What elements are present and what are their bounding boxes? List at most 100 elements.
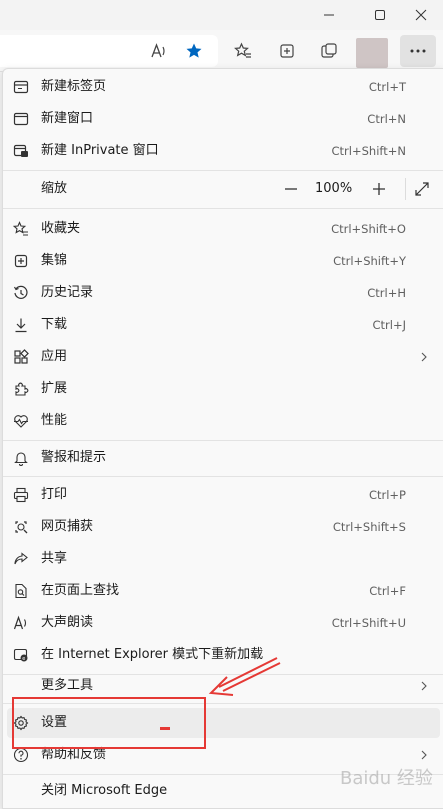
maximize-button[interactable] — [357, 0, 403, 30]
menu-item-find-on-page[interactable]: 在页面上查找 Ctrl+F — [7, 576, 440, 606]
watermark: Baidu 经验 — [340, 768, 433, 789]
apps-icon — [11, 347, 31, 367]
favorite-star-button[interactable] — [179, 36, 209, 66]
menu-item-label: 网页捕获 — [41, 519, 94, 534]
menu-divider — [3, 170, 443, 171]
title-bar — [0, 0, 443, 30]
favorites-button[interactable] — [228, 36, 258, 66]
menu-item-label: 在页面上查找 — [41, 583, 120, 598]
menu-item-label: 大声朗读 — [41, 615, 94, 630]
plus-icon — [373, 183, 385, 195]
menu-item-print[interactable]: 打印 Ctrl+P — [7, 480, 440, 510]
find-icon — [11, 581, 31, 601]
menu-item-favorites[interactable]: 收藏夹 Ctrl+Shift+O — [7, 214, 440, 244]
favorites-icon — [11, 219, 31, 239]
menu-item-alerts[interactable]: 警报和提示 — [7, 443, 440, 473]
menu-item-shortcut: Ctrl+H — [367, 286, 406, 300]
new-tab-icon — [11, 77, 31, 97]
annotation-highlight-box — [12, 697, 206, 749]
menu-item-shortcut: Ctrl+Shift+O — [331, 222, 406, 236]
fullscreen-button[interactable] — [408, 174, 436, 204]
menu-item-shortcut: Ctrl+Shift+S — [332, 520, 406, 534]
extensions-icon — [11, 379, 31, 399]
menu-item-performance[interactable]: 性能 — [7, 406, 440, 436]
menu-item-zoom: 缩放 100% — [7, 174, 440, 204]
menu-item-label: 新建窗口 — [41, 111, 94, 126]
close-window-button[interactable] — [398, 0, 443, 30]
menu-item-shortcut: Ctrl+F — [369, 584, 406, 598]
menu-item-new-tab[interactable]: 新建标签页 Ctrl+T — [7, 72, 440, 102]
web-capture-button[interactable] — [314, 36, 344, 66]
menu-item-label: 下载 — [41, 317, 68, 332]
menu-item-shortcut: Ctrl+Shift+U — [331, 616, 406, 630]
menu-item-apps[interactable]: 应用 — [7, 342, 440, 372]
menu-item-label: 应用 — [41, 349, 68, 364]
menu-item-label: 集锦 — [41, 253, 68, 268]
collections-button[interactable] — [272, 36, 302, 66]
menu-item-label: 警报和提示 — [41, 450, 107, 465]
menu-item-label: 新建 InPrivate 窗口 — [41, 143, 159, 158]
menu-item-new-window[interactable]: 新建窗口 Ctrl+N — [7, 104, 440, 134]
close-icon — [415, 9, 427, 21]
share-icon — [11, 549, 31, 569]
browser-toolbar — [0, 30, 443, 72]
menu-item-shortcut: Ctrl+P — [368, 488, 406, 502]
menu-item-label: 历史记录 — [41, 285, 94, 300]
chevron-right-icon — [421, 681, 427, 691]
zoom-value: 100% — [315, 181, 353, 196]
web-capture-icon — [11, 517, 31, 537]
new-window-icon — [11, 109, 31, 129]
minimize-button[interactable] — [306, 0, 352, 30]
ie-mode-icon: e — [11, 645, 31, 665]
chevron-right-icon — [421, 750, 427, 760]
zoom-out-button[interactable] — [277, 174, 305, 204]
fullscreen-icon — [415, 182, 429, 196]
menu-item-shortcut: Ctrl+Shift+N — [331, 144, 406, 158]
menu-item-label: 性能 — [41, 413, 68, 428]
annotation-arrow-icon — [208, 657, 281, 696]
inprivate-icon — [11, 141, 31, 161]
profile-avatar[interactable] — [356, 38, 388, 68]
print-icon — [11, 485, 31, 505]
menu-item-shortcut: Ctrl+T — [368, 80, 406, 94]
menu-item-web-capture[interactable]: 网页捕获 Ctrl+Shift+S — [7, 512, 440, 542]
menu-item-label: 打印 — [41, 487, 68, 502]
menu-item-read-aloud[interactable]: 大声朗读 Ctrl+Shift+U — [7, 608, 440, 638]
read-aloud-toolbar-button[interactable] — [144, 36, 174, 66]
menu-item-share[interactable]: 共享 — [7, 544, 440, 574]
menu-item-extensions[interactable]: 扩展 — [7, 374, 440, 404]
web-capture-icon — [321, 43, 337, 58]
menu-item-label: 收藏夹 — [41, 221, 81, 236]
collections-icon — [280, 44, 294, 58]
chevron-right-icon — [421, 352, 427, 362]
minus-icon — [285, 188, 297, 190]
download-icon — [11, 315, 31, 335]
svg-text:e: e — [22, 656, 25, 662]
menu-item-shortcut: Ctrl+N — [367, 112, 406, 126]
minimize-icon — [324, 14, 334, 16]
menu-divider — [3, 476, 443, 477]
menu-item-history[interactable]: 历史记录 Ctrl+H — [7, 278, 440, 308]
read-aloud-icon — [151, 43, 165, 58]
menu-item-new-inprivate[interactable]: 新建 InPrivate 窗口 Ctrl+Shift+N — [7, 136, 440, 166]
settings-and-more-button[interactable] — [400, 35, 436, 67]
menu-item-collections[interactable]: 集锦 Ctrl+Shift+Y — [7, 246, 440, 276]
bell-icon — [11, 448, 31, 468]
zoom-in-button[interactable] — [365, 174, 393, 204]
menu-item-label: 共享 — [41, 551, 68, 566]
collections-icon — [11, 251, 31, 271]
menu-item-shortcut: Ctrl+Shift+Y — [333, 254, 406, 268]
menu-divider — [3, 208, 443, 209]
menu-item-downloads[interactable]: 下载 Ctrl+J — [7, 310, 440, 340]
menu-item-label: 扩展 — [41, 381, 68, 396]
maximize-icon — [375, 10, 385, 20]
history-icon — [11, 283, 31, 303]
menu-item-label: 关闭 Microsoft Edge — [41, 783, 168, 798]
more-dots-icon — [410, 49, 426, 53]
star-filled-icon — [186, 43, 202, 58]
menu-item-label: 缩放 — [41, 181, 68, 196]
menu-divider — [3, 440, 443, 441]
read-aloud-icon — [11, 613, 31, 633]
performance-icon — [11, 411, 31, 431]
menu-item-label: 新建标签页 — [41, 79, 107, 94]
